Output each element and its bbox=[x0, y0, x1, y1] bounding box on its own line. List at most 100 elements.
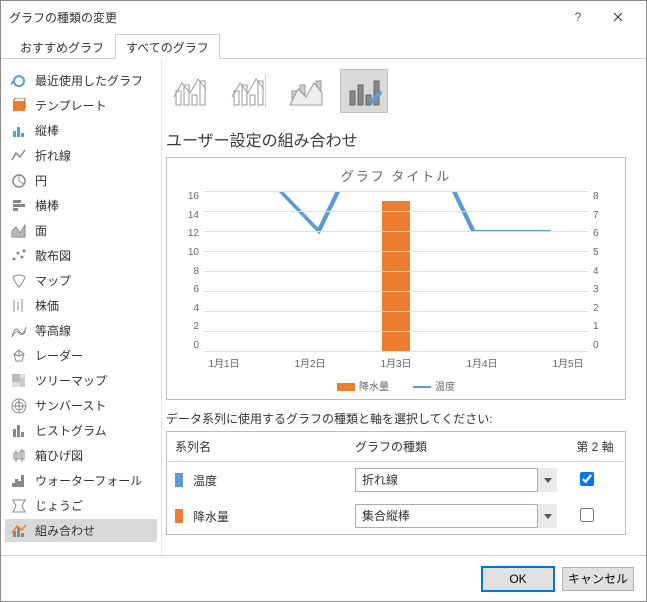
header-secondary-axis: 第 2 軸 bbox=[565, 432, 625, 461]
sidebar-item-label: マップ bbox=[35, 272, 71, 289]
legend-line-swatch bbox=[413, 386, 431, 388]
sidebar-item-label: 面 bbox=[35, 222, 47, 239]
sidebar-item-6[interactable]: 面 bbox=[5, 219, 157, 242]
legend-bar-swatch bbox=[337, 383, 355, 391]
help-button[interactable]: ? bbox=[558, 3, 598, 31]
chart-type-icon bbox=[11, 498, 27, 514]
sidebar-item-label: 横棒 bbox=[35, 197, 59, 214]
chart-type-icon bbox=[11, 323, 27, 339]
sidebar-item-label: 円 bbox=[35, 172, 47, 189]
chart-type-icon bbox=[11, 148, 27, 164]
sidebar-item-14[interactable]: ヒストグラム bbox=[5, 419, 157, 442]
chart-type-select[interactable]: 集合縦棒 bbox=[355, 504, 557, 528]
chart-type-icon bbox=[11, 373, 27, 389]
sidebar-item-18[interactable]: 組み合わせ bbox=[5, 519, 157, 542]
combo-subtype-1[interactable] bbox=[166, 69, 214, 113]
sidebar-item-label: サンバースト bbox=[35, 397, 106, 414]
chart-type-icon bbox=[11, 398, 27, 414]
sidebar-item-label: 箱ひげ図 bbox=[35, 447, 83, 464]
sidebar-item-label: ヒストグラム bbox=[35, 422, 107, 439]
series-color-marker bbox=[175, 473, 183, 487]
sidebar-item-17[interactable]: じょうご bbox=[5, 494, 157, 517]
sidebar-item-3[interactable]: 折れ線 bbox=[5, 144, 157, 167]
sidebar-item-label: 縦棒 bbox=[35, 122, 59, 139]
chart-type-icon bbox=[11, 73, 27, 89]
series-table: 系列名 グラフの種類 第 2 軸 温度 折れ線降水量 集合縦棒 bbox=[166, 431, 626, 535]
sidebar-item-label: 等高線 bbox=[35, 322, 71, 339]
chart-type-icon bbox=[11, 523, 27, 539]
chart-type-icon bbox=[11, 123, 27, 139]
sidebar-item-label: 組み合わせ bbox=[35, 522, 95, 539]
chart-title: グラフ タイトル bbox=[181, 166, 611, 185]
chart-type-icon bbox=[11, 423, 27, 439]
sidebar-item-label: テンプレート bbox=[35, 97, 107, 114]
combo-subtype-2[interactable] bbox=[224, 69, 272, 113]
sidebar-item-7[interactable]: 散布図 bbox=[5, 244, 157, 267]
chart-type-icon bbox=[11, 273, 27, 289]
chart-preview[interactable]: グラフ タイトル 1614121086420 876543210 1月1日1月2… bbox=[166, 157, 626, 400]
sidebar-item-4[interactable]: 円 bbox=[5, 169, 157, 192]
close-button[interactable] bbox=[598, 3, 638, 31]
chart-type-sidebar: 最近使用したグラフテンプレート縦棒折れ線円横棒面散布図マップ株価等高線レーダーツ… bbox=[1, 59, 161, 555]
chart-type-icon bbox=[11, 198, 27, 214]
chart-type-icon bbox=[11, 298, 27, 314]
chart-type-icon bbox=[11, 173, 27, 189]
sidebar-item-label: 折れ線 bbox=[35, 147, 71, 164]
secondary-axis-checkbox[interactable] bbox=[580, 472, 594, 486]
tab-all-charts[interactable]: すべてのグラフ bbox=[115, 34, 220, 59]
secondary-axis-checkbox[interactable] bbox=[580, 508, 594, 522]
chart-type-icon bbox=[11, 98, 27, 114]
sidebar-item-12[interactable]: ツリーマップ bbox=[5, 369, 157, 392]
sidebar-item-label: 散布図 bbox=[35, 247, 71, 264]
sidebar-item-label: ウォーターフォール bbox=[35, 472, 142, 489]
chart-type-icon bbox=[11, 348, 27, 364]
sidebar-item-9[interactable]: 株価 bbox=[5, 294, 157, 317]
sidebar-item-15[interactable]: 箱ひげ図 bbox=[5, 444, 157, 467]
sidebar-item-label: 最近使用したグラフ bbox=[35, 72, 143, 89]
dialog-footer: OK キャンセル bbox=[1, 555, 646, 601]
sidebar-item-11[interactable]: レーダー bbox=[5, 344, 157, 367]
combo-subtype-custom[interactable] bbox=[340, 69, 388, 113]
combo-subtype-3[interactable] bbox=[282, 69, 330, 113]
combo-subtype-row bbox=[166, 69, 626, 113]
header-chart-type: グラフの種類 bbox=[347, 432, 565, 461]
series-name: 温度 bbox=[193, 472, 217, 489]
title-bar: グラフの種類の変更 ? bbox=[1, 1, 646, 33]
chart-type-icon bbox=[11, 248, 27, 264]
series-row: 降水量 集合縦棒 bbox=[167, 498, 625, 534]
series-name: 降水量 bbox=[193, 508, 229, 525]
window-title: グラフの種類の変更 bbox=[9, 9, 558, 26]
sidebar-item-label: レーダー bbox=[35, 347, 83, 364]
chart-type-icon bbox=[11, 448, 27, 464]
sidebar-item-13[interactable]: サンバースト bbox=[5, 394, 157, 417]
sidebar-item-16[interactable]: ウォーターフォール bbox=[5, 469, 157, 492]
sidebar-item-2[interactable]: 縦棒 bbox=[5, 119, 157, 142]
plot-area bbox=[203, 191, 589, 351]
ok-button[interactable]: OK bbox=[482, 567, 554, 591]
sidebar-item-label: じょうご bbox=[35, 497, 83, 514]
close-icon bbox=[613, 12, 623, 22]
tab-recommended[interactable]: おすすめグラフ bbox=[9, 34, 115, 59]
series-instruction: データ系列に使用するグラフの種類と軸を選択してください: bbox=[166, 410, 626, 427]
sidebar-item-1[interactable]: テンプレート bbox=[5, 94, 157, 117]
sidebar-item-10[interactable]: 等高線 bbox=[5, 319, 157, 342]
sidebar-item-0[interactable]: 最近使用したグラフ bbox=[5, 69, 157, 92]
header-series-name: 系列名 bbox=[167, 432, 347, 461]
series-color-marker bbox=[175, 509, 183, 523]
cancel-button[interactable]: キャンセル bbox=[562, 567, 634, 591]
sidebar-item-label: 株価 bbox=[35, 297, 59, 314]
chart-type-icon bbox=[11, 223, 27, 239]
sidebar-item-label: ツリーマップ bbox=[35, 372, 107, 389]
chart-type-icon bbox=[11, 473, 27, 489]
sidebar-item-8[interactable]: マップ bbox=[5, 269, 157, 292]
main-panel: ユーザー設定の組み合わせ グラフ タイトル 1614121086420 8765… bbox=[161, 59, 646, 555]
x-axis: 1月1日1月2日1月3日1月4日1月5日 bbox=[181, 355, 611, 370]
tab-bar: おすすめグラフ すべてのグラフ bbox=[1, 33, 646, 59]
sidebar-item-5[interactable]: 横棒 bbox=[5, 194, 157, 217]
chart-legend: 降水量 温度 bbox=[181, 378, 611, 393]
series-row: 温度 折れ線 bbox=[167, 462, 625, 498]
y-axis-primary: 1614121086420 bbox=[181, 191, 203, 351]
chart-type-select[interactable]: 折れ線 bbox=[355, 468, 557, 492]
section-title: ユーザー設定の組み合わせ bbox=[166, 127, 626, 151]
y-axis-secondary: 876543210 bbox=[589, 191, 611, 351]
